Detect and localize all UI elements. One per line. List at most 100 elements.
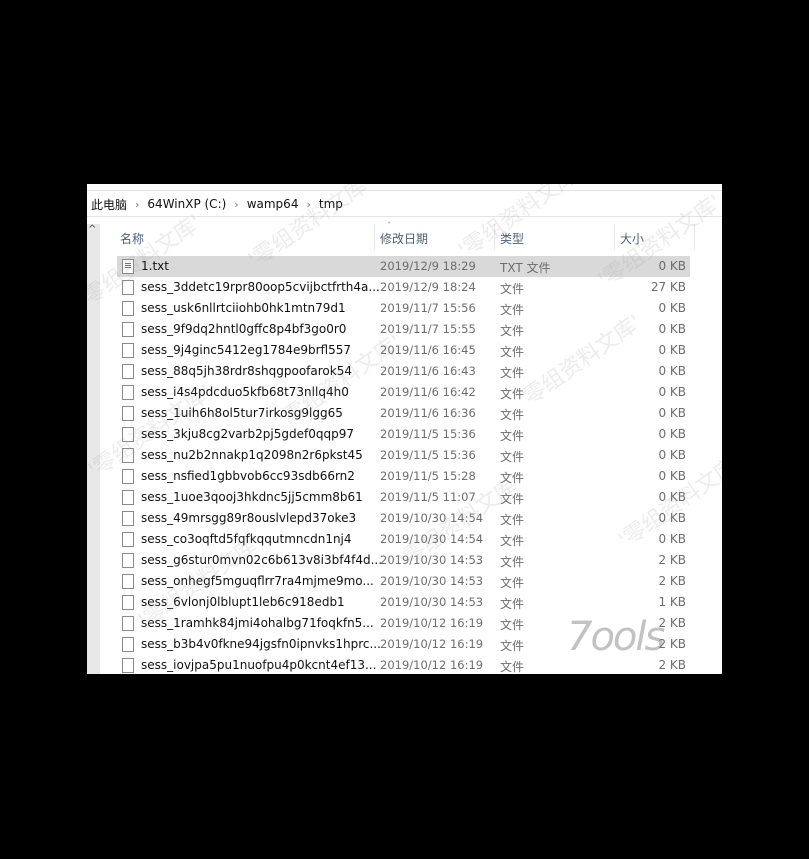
file-row[interactable]: sess_g6stur0mvn02c6b613v8i3bf4f4d... 2019… [117, 550, 690, 571]
file-row[interactable]: sess_nu2b2nnakp1q2098n2r6pkst45 2019/11/5… [117, 445, 690, 466]
file-type: 文件 [500, 345, 525, 359]
file-type: 文件 [500, 366, 525, 380]
file-date: 2019/11/6 16:42 [380, 385, 476, 399]
file-name: sess_9j4ginc5412eg1784e9brfl557 [141, 343, 352, 357]
file-date: 2019/11/6 16:43 [380, 364, 476, 378]
file-row[interactable]: sess_usk6nllrtciiohb0hk1mtn79d1 2019/11/7… [117, 298, 690, 319]
file-name: sess_nsfied1gbbvob6cc93sdb66rn2 [141, 469, 355, 483]
file-row[interactable]: sess_nsfied1gbbvob6cc93sdb66rn2 2019/11/5… [117, 466, 690, 487]
file-size: 2 KB [658, 658, 686, 672]
file-size: 0 KB [658, 406, 686, 420]
file-size: 0 KB [658, 364, 686, 378]
file-type: 文件 [500, 660, 525, 674]
file-name: sess_3kju8cg2varb2pj5gdef0qqp97 [141, 427, 354, 441]
file-date: 2019/12/9 18:24 [380, 280, 476, 294]
file-size: 0 KB [658, 427, 686, 441]
file-name: sess_nu2b2nnakp1q2098n2r6pkst45 [141, 448, 363, 462]
file-type: 文件 [500, 324, 525, 338]
file-name: sess_co3oqftd5fqfkqqutmncdn1nj4 [141, 532, 352, 546]
file-icon [122, 511, 134, 526]
text-file-icon [122, 259, 134, 274]
file-size: 0 KB [658, 532, 686, 546]
file-type: 文件 [500, 513, 525, 527]
file-row[interactable]: sess_b3b4v0fkne94jgsfn0ipnvks1hprc... 201… [117, 634, 690, 655]
file-row[interactable]: 1.txt 2019/12/9 18:29 TXT 文件 0 KB [117, 256, 690, 277]
chevron-right-icon[interactable]: › [135, 198, 139, 211]
file-row[interactable]: sess_3ddetc19rpr80oop5cvijbctfrth4a... 20… [117, 277, 690, 298]
file-type: 文件 [500, 429, 525, 443]
file-type: 文件 [500, 471, 525, 485]
file-row[interactable]: sess_49mrsgg89r8ouslvlepd37oke3 2019/10/3… [117, 508, 690, 529]
file-icon [122, 301, 134, 316]
file-icon [122, 427, 134, 442]
breadcrumb-wamp64[interactable]: wamp64 [247, 197, 299, 211]
file-name: sess_1uih6h8ol5tur7irkosg9lgg65 [141, 406, 343, 420]
file-size: 0 KB [658, 343, 686, 357]
file-name: 1.txt [141, 259, 169, 273]
column-header-type[interactable]: 类型 [500, 230, 524, 247]
file-size: 0 KB [658, 511, 686, 525]
file-name: sess_88q5jh38rdr8shqgpoofarok54 [141, 364, 352, 378]
file-row[interactable]: sess_onhegf5mguqflrr7ra4mjme9mo... 2019/1… [117, 571, 690, 592]
file-size: 0 KB [658, 322, 686, 336]
file-date: 2019/10/30 14:53 [380, 553, 484, 567]
file-name: sess_g6stur0mvn02c6b613v8i3bf4f4d... [141, 553, 383, 567]
column-header-date[interactable]: 修改日期 [380, 230, 428, 247]
file-row[interactable]: sess_6vlonj0lblupt1leb6c918edb1 2019/10/3… [117, 592, 690, 613]
file-date: 2019/11/5 15:36 [380, 427, 476, 441]
file-size: 2 KB [658, 553, 686, 567]
file-row[interactable]: sess_3kju8cg2varb2pj5gdef0qqp97 2019/11/5… [117, 424, 690, 445]
file-size: 1 KB [658, 595, 686, 609]
file-icon [122, 322, 134, 337]
file-row[interactable]: sess_iovjpa5pu1nuofpu4p0kcnt4ef13... 2019… [117, 655, 690, 674]
file-size: 0 KB [658, 301, 686, 315]
file-date: 2019/10/12 16:19 [380, 616, 484, 630]
file-size: 0 KB [658, 469, 686, 483]
file-type: 文件 [500, 618, 525, 632]
file-icon [122, 448, 134, 463]
file-row[interactable]: sess_i4s4pdcduo5kfb68t73nllq4h0 2019/11/6… [117, 382, 690, 403]
file-size: 2 KB [658, 637, 686, 651]
file-size: 2 KB [658, 616, 686, 630]
file-icon [122, 616, 134, 631]
file-name: sess_6vlonj0lblupt1leb6c918edb1 [141, 595, 345, 609]
file-row[interactable]: sess_9j4ginc5412eg1784e9brfl557 2019/11/6… [117, 340, 690, 361]
file-name: sess_3ddetc19rpr80oop5cvijbctfrth4a... [141, 280, 380, 294]
file-icon [122, 637, 134, 652]
file-date: 2019/10/30 14:53 [380, 595, 484, 609]
file-name: sess_1ramhk84jmi4ohalbg71foqkfn5... [141, 616, 374, 630]
file-icon [122, 532, 134, 547]
chevron-right-icon[interactable]: › [234, 198, 238, 211]
file-icon [122, 343, 134, 358]
file-date: 2019/11/7 15:55 [380, 322, 476, 336]
file-type: 文件 [500, 282, 525, 296]
file-date: 2019/12/9 18:29 [380, 259, 476, 273]
chevron-right-icon[interactable]: › [306, 198, 310, 211]
file-date: 2019/11/5 15:28 [380, 469, 476, 483]
file-type: 文件 [500, 555, 525, 569]
breadcrumb-drive-c[interactable]: 64WinXP (C:) [147, 197, 226, 211]
file-explorer-window: 此电脑 › 64WinXP (C:) › wamp64 › tmp ^ 名称 ˇ… [87, 184, 722, 674]
file-date: 2019/10/12 16:19 [380, 658, 484, 672]
file-row[interactable]: sess_9f9dq2hntl0gffc8p4bf3go0r0 2019/11/7… [117, 319, 690, 340]
file-row[interactable]: sess_co3oqftd5fqfkqqutmncdn1nj4 2019/10/3… [117, 529, 690, 550]
file-size: 0 KB [658, 490, 686, 504]
column-header-name[interactable]: 名称 [120, 230, 144, 247]
file-row[interactable]: sess_88q5jh38rdr8shqgpoofarok54 2019/11/6… [117, 361, 690, 382]
file-size: 2 KB [658, 574, 686, 588]
file-icon [122, 658, 134, 673]
file-size: 27 KB [650, 280, 686, 294]
file-row[interactable]: sess_1uih6h8ol5tur7irkosg9lgg65 2019/11/6… [117, 403, 690, 424]
file-size: 0 KB [658, 448, 686, 462]
column-header-size[interactable]: 大小 [620, 230, 644, 247]
file-row[interactable]: sess_1ramhk84jmi4ohalbg71foqkfn5... 2019/… [117, 613, 690, 634]
file-row[interactable]: sess_1uoe3qooj3hkdnc5jj5cmm8b61 2019/11/5… [117, 487, 690, 508]
file-icon [122, 469, 134, 484]
breadcrumb-tmp[interactable]: tmp [319, 197, 343, 211]
breadcrumb-this-pc[interactable]: 此电脑 [91, 196, 127, 213]
file-icon [122, 490, 134, 505]
nav-pane-scrollbar[interactable]: ^ [87, 224, 100, 674]
file-type: 文件 [500, 450, 525, 464]
file-date: 2019/10/30 14:53 [380, 574, 484, 588]
file-icon [122, 364, 134, 379]
